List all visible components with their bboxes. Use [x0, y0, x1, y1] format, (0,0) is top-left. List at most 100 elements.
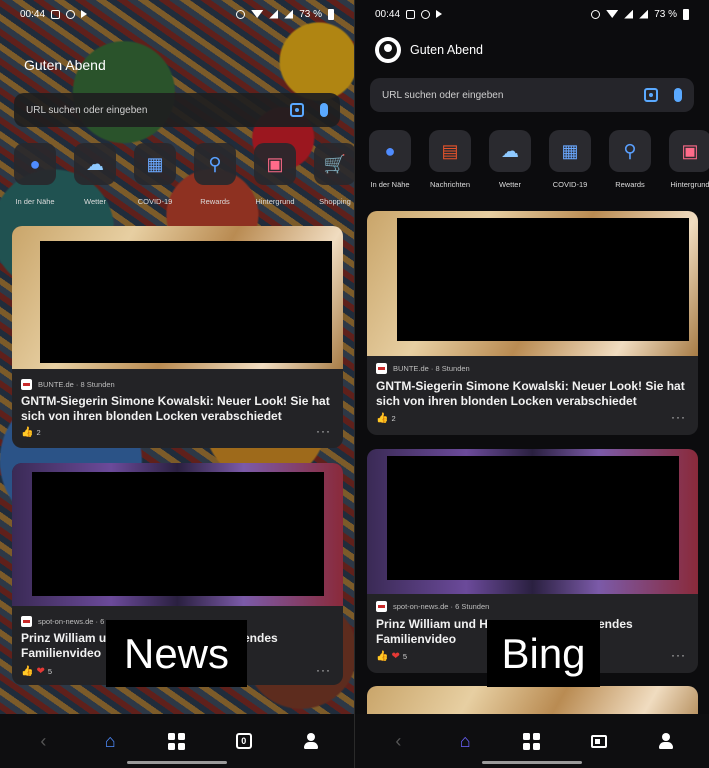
wifi-icon	[606, 10, 619, 18]
weather-icon[interactable]: ☁	[489, 130, 531, 172]
reactions[interactable]: 👍 ❤ 5	[376, 651, 407, 662]
battery-percent: 73 %	[654, 8, 677, 20]
more-options-icon[interactable]: ···	[316, 424, 331, 438]
source-logo-icon	[21, 616, 32, 627]
thumbs-up-icon: 👍	[21, 666, 34, 677]
battery-icon	[683, 8, 689, 20]
shortcut-rewards[interactable]: ⚲ Rewards	[600, 130, 660, 189]
apps-grid-icon[interactable]	[512, 721, 552, 761]
shortcut-wallpaper[interactable]: ▣ Hintergrund	[245, 143, 305, 206]
reactions[interactable]: 👍 ❤ 5	[21, 666, 52, 677]
tabs-icon[interactable]: 0	[224, 721, 264, 761]
article-source: spot-on-news.de · 6	[21, 616, 104, 627]
wifi-icon	[251, 10, 264, 18]
do-not-disturb-icon	[236, 9, 246, 19]
back-icon[interactable]: ‹	[378, 721, 418, 761]
news-feed-icon[interactable]	[579, 721, 619, 761]
thumbs-up-icon: 👍	[376, 413, 389, 424]
microphone-icon[interactable]	[320, 103, 328, 117]
visual-search-icon[interactable]	[644, 88, 658, 102]
bottom-navbar: ‹ ⌂	[355, 714, 709, 768]
bing-app-screen: 00:44 73 % Guten Abend URL suchen oder e…	[355, 0, 709, 768]
shortcut-rewards[interactable]: ⚲ Rewards	[185, 143, 245, 206]
covid-dashboard-icon[interactable]: ▦	[134, 143, 176, 185]
search-placeholder[interactable]: URL suchen oder eingeben	[382, 90, 644, 101]
article-source: BUNTE.de · 8 Stunden	[21, 379, 115, 390]
greeting-text: Guten Abend	[24, 57, 106, 73]
wallpaper-icon[interactable]: ▣	[254, 143, 296, 185]
redacted-area	[387, 456, 679, 580]
rewards-medal-icon[interactable]: ⚲	[609, 130, 651, 172]
more-options-icon[interactable]: ···	[316, 663, 331, 677]
shopping-cart-icon[interactable]: 🛒	[314, 143, 354, 185]
article-title[interactable]: GNTM-Siegerin Simone Kowalski: Neuer Loo…	[21, 394, 331, 424]
instagram-icon	[51, 9, 61, 19]
shortcut-row: ● In der Nähe ▤ Nachrichten ☁ Wetter ▦ C…	[360, 130, 709, 189]
signal-icon	[624, 9, 634, 19]
microphone-icon[interactable]	[674, 88, 682, 102]
reactions[interactable]: 👍 2	[376, 413, 396, 424]
shortcut-covid[interactable]: ▦ COVID-19	[540, 130, 600, 189]
greeting-text: Guten Abend	[410, 43, 483, 57]
overlay-label-bing: Bing	[487, 620, 600, 687]
more-options-icon[interactable]: ···	[671, 410, 686, 424]
shortcut-weather[interactable]: ☁ Wetter	[480, 130, 540, 189]
rewards-medal-icon[interactable]: ⚲	[194, 143, 236, 185]
thumbs-up-icon: 👍	[376, 651, 389, 662]
shortcut-weather[interactable]: ☁ Wetter	[65, 143, 125, 206]
source-logo-icon	[376, 601, 387, 612]
account-avatar-icon[interactable]	[375, 37, 401, 63]
article-source: BUNTE.de · 8 Stunden	[376, 363, 470, 374]
article-title[interactable]: GNTM-Siegerin Simone Kowalski: Neuer Loo…	[376, 379, 686, 409]
battery-icon	[328, 8, 334, 20]
search-placeholder[interactable]: URL suchen oder eingeben	[26, 105, 290, 116]
profile-icon[interactable]	[646, 721, 686, 761]
overlay-label-news: News	[106, 620, 247, 687]
news-card[interactable]: BUNTE.de · 8 Stunden GNTM-Siegerin Simon…	[367, 211, 698, 435]
reactions[interactable]: 👍 2	[21, 427, 41, 438]
back-icon[interactable]: ‹	[23, 721, 63, 761]
shortcut-covid[interactable]: ▦ COVID-19	[125, 143, 185, 206]
article-source: spot-on-news.de · 6 Stunden	[376, 601, 489, 612]
do-not-disturb-icon	[591, 9, 601, 19]
weather-icon[interactable]: ☁	[74, 143, 116, 185]
gesture-bar	[127, 761, 227, 764]
bunte-logo-icon	[21, 379, 32, 390]
news-card[interactable]: BUNTE.de · 8 Stunden GNTM-Siegerin Simon…	[12, 226, 343, 448]
home-icon[interactable]: ⌂	[445, 721, 485, 761]
status-bar: 00:44 73 %	[375, 6, 689, 22]
covid-dashboard-icon[interactable]: ▦	[549, 130, 591, 172]
shortcut-shopping[interactable]: 🛒 Shopping	[305, 143, 354, 206]
home-icon[interactable]: ⌂	[90, 721, 130, 761]
notification-icon	[421, 9, 431, 19]
shortcut-row: ● In der Nähe ☁ Wetter ▦ COVID-19 ⚲ Rewa…	[5, 143, 354, 206]
status-time: 00:44	[20, 8, 46, 20]
location-pin-icon[interactable]: ●	[14, 143, 56, 185]
redacted-area	[397, 218, 689, 341]
shortcut-nearby[interactable]: ● In der Nähe	[360, 130, 420, 189]
shortcut-news[interactable]: ▤ Nachrichten	[420, 130, 480, 189]
notification-icon	[66, 9, 76, 19]
shortcut-nearby[interactable]: ● In der Nähe	[5, 143, 65, 206]
search-bar[interactable]: URL suchen oder eingeben	[370, 78, 694, 112]
location-pin-icon[interactable]: ●	[369, 130, 411, 172]
shortcut-wallpaper[interactable]: ▣ Hintergrund	[660, 130, 709, 189]
play-icon	[81, 10, 88, 18]
more-options-icon[interactable]: ···	[671, 648, 686, 662]
wallpaper-icon[interactable]: ▣	[669, 130, 709, 172]
visual-search-icon[interactable]	[290, 103, 304, 117]
bunte-logo-icon	[376, 363, 387, 374]
heart-icon: ❤	[36, 666, 45, 677]
battery-percent: 73 %	[299, 8, 322, 20]
news-icon[interactable]: ▤	[429, 130, 471, 172]
search-bar[interactable]: URL suchen oder eingeben	[14, 93, 340, 127]
heart-icon: ❤	[391, 651, 400, 662]
apps-grid-icon[interactable]	[157, 721, 197, 761]
redacted-area	[40, 241, 332, 363]
signal-icon	[284, 9, 294, 19]
signal-icon	[639, 9, 649, 19]
bottom-navbar: ‹ ⌂ 0	[0, 714, 354, 768]
profile-icon[interactable]	[291, 721, 331, 761]
signal-icon	[269, 9, 279, 19]
gesture-bar	[482, 761, 582, 764]
